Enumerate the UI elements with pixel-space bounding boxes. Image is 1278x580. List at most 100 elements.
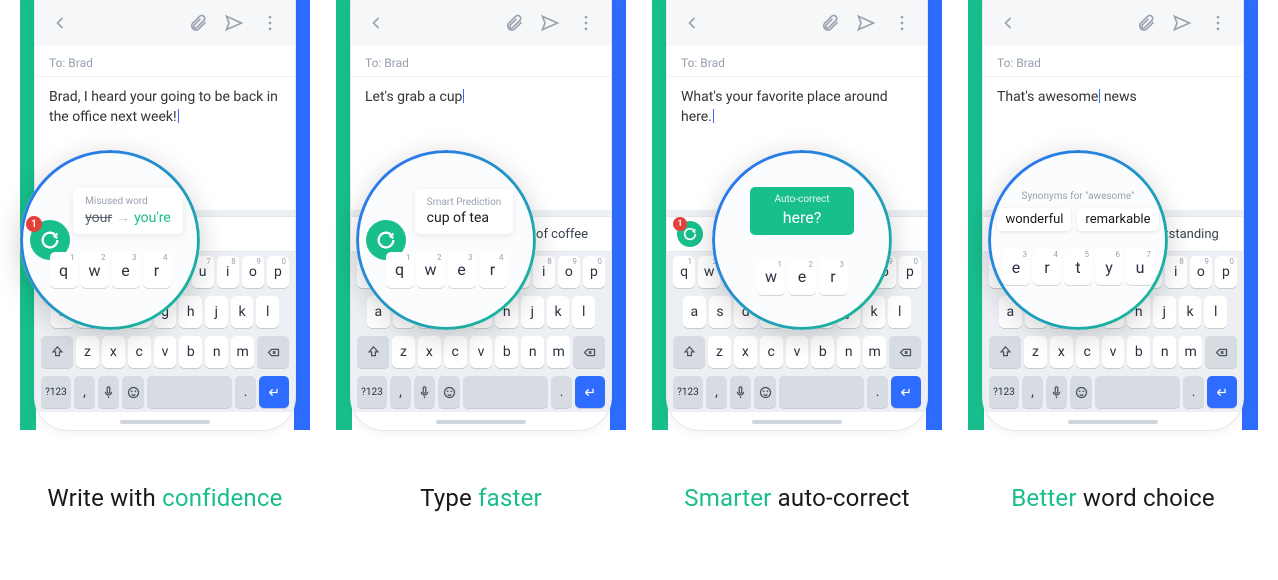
comma-key[interactable]: , [74,376,95,408]
key-j[interactable]: j [1153,296,1176,328]
space-key[interactable] [779,376,864,408]
key-b[interactable]: b [179,336,202,368]
key-o[interactable]: o9 [1190,256,1212,288]
key-p[interactable]: p0 [899,256,921,288]
synonym-chip[interactable]: wonderful [997,208,1071,231]
comma-key[interactable]: , [706,376,727,408]
zoom-key-r[interactable]: r3 [819,259,847,295]
key-c[interactable]: c [444,336,467,368]
comma-key[interactable]: , [390,376,411,408]
back-icon[interactable] [997,12,1019,34]
symbols-key[interactable]: ?123 [41,376,71,408]
symbols-key[interactable]: ?123 [673,376,703,408]
mic-key[interactable] [414,376,435,408]
zoom-key-w[interactable]: w1 [757,259,785,295]
key-p[interactable]: p0 [1215,256,1237,288]
period-key[interactable]: . [867,376,888,408]
key-z[interactable]: z [1024,336,1047,368]
to-field[interactable]: To: Brad [667,46,927,77]
enter-key[interactable] [575,376,605,408]
period-key[interactable]: . [235,376,256,408]
key-a[interactable]: a [683,296,706,328]
send-icon[interactable] [1171,12,1193,34]
message-body[interactable]: Let's grab a cup [351,77,611,169]
symbols-key[interactable]: ?123 [989,376,1019,408]
key-z[interactable]: z [392,336,415,368]
backspace-key[interactable] [1205,336,1237,368]
zoom-key-e[interactable]: e2 [788,259,816,295]
key-p[interactable]: p0 [267,256,289,288]
key-i[interactable]: i8 [217,256,239,288]
key-n[interactable]: n [1153,336,1176,368]
key-v[interactable]: v [470,336,493,368]
key-s[interactable]: s [709,296,732,328]
comma-key[interactable]: , [1022,376,1043,408]
key-n[interactable]: n [205,336,228,368]
symbols-key[interactable]: ?123 [357,376,387,408]
attach-icon[interactable] [1135,12,1157,34]
key-x[interactable]: x [102,336,125,368]
more-icon[interactable] [1207,12,1229,34]
enter-key[interactable] [1207,376,1237,408]
emoji-key[interactable] [1070,376,1091,408]
zoom-key-q[interactable]: q1 [50,252,78,288]
key-b[interactable]: b [1127,336,1150,368]
space-key[interactable] [147,376,232,408]
zoom-key-y[interactable]: y6 [1095,249,1123,285]
key-z[interactable]: z [76,336,99,368]
key-v[interactable]: v [1102,336,1125,368]
enter-key[interactable] [259,376,289,408]
send-icon[interactable] [539,12,561,34]
key-i[interactable]: i8 [533,256,555,288]
key-n[interactable]: n [837,336,860,368]
key-o[interactable]: o9 [242,256,264,288]
key-c[interactable]: c [760,336,783,368]
correction-card[interactable]: Misused word your→you're [73,188,183,234]
key-b[interactable]: b [811,336,834,368]
key-x[interactable]: x [734,336,757,368]
space-key[interactable] [463,376,548,408]
key-h[interactable]: h [179,296,202,328]
mic-key[interactable] [730,376,751,408]
key-m[interactable]: m [547,336,570,368]
attach-icon[interactable] [503,12,525,34]
period-key[interactable]: . [1183,376,1204,408]
back-icon[interactable] [365,12,387,34]
key-m[interactable]: m [231,336,254,368]
zoom-key-e[interactable]: e3 [448,252,476,288]
zoom-key-w[interactable]: w2 [417,252,445,288]
emoji-key[interactable] [122,376,143,408]
zoom-key-r[interactable]: r4 [1033,249,1061,285]
shift-key[interactable] [989,336,1021,368]
to-field[interactable]: To: Brad [351,46,611,77]
mic-key[interactable] [1046,376,1067,408]
key-j[interactable]: j [205,296,228,328]
attach-icon[interactable] [819,12,841,34]
message-body[interactable]: That's awesome news [983,77,1243,169]
key-p[interactable]: p0 [583,256,605,288]
zoom-key-e[interactable]: e3 [112,252,140,288]
synonym-chip[interactable]: remarkable [1077,208,1158,231]
grammarly-icon[interactable]: 1 [677,221,703,247]
backspace-key[interactable] [257,336,289,368]
autocorrect-chip[interactable]: Auto-correct here? [750,187,853,234]
shift-key[interactable] [673,336,705,368]
key-v[interactable]: v [786,336,809,368]
shift-key[interactable] [357,336,389,368]
key-b[interactable]: b [495,336,518,368]
more-icon[interactable] [575,12,597,34]
key-x[interactable]: x [1050,336,1073,368]
back-icon[interactable] [681,12,703,34]
key-k[interactable]: k [1179,296,1202,328]
zoom-key-u[interactable]: u7 [1126,249,1154,285]
key-c[interactable]: c [128,336,151,368]
key-q[interactable]: q1 [673,256,695,288]
zoom-key-t[interactable]: t5 [1064,249,1092,285]
key-k[interactable]: k [547,296,570,328]
key-l[interactable]: l [572,296,595,328]
zoom-key-e[interactable]: e3 [1002,249,1030,285]
emoji-key[interactable] [438,376,459,408]
period-key[interactable]: . [551,376,572,408]
to-field[interactable]: To: Brad [983,46,1243,77]
key-l[interactable]: l [256,296,279,328]
